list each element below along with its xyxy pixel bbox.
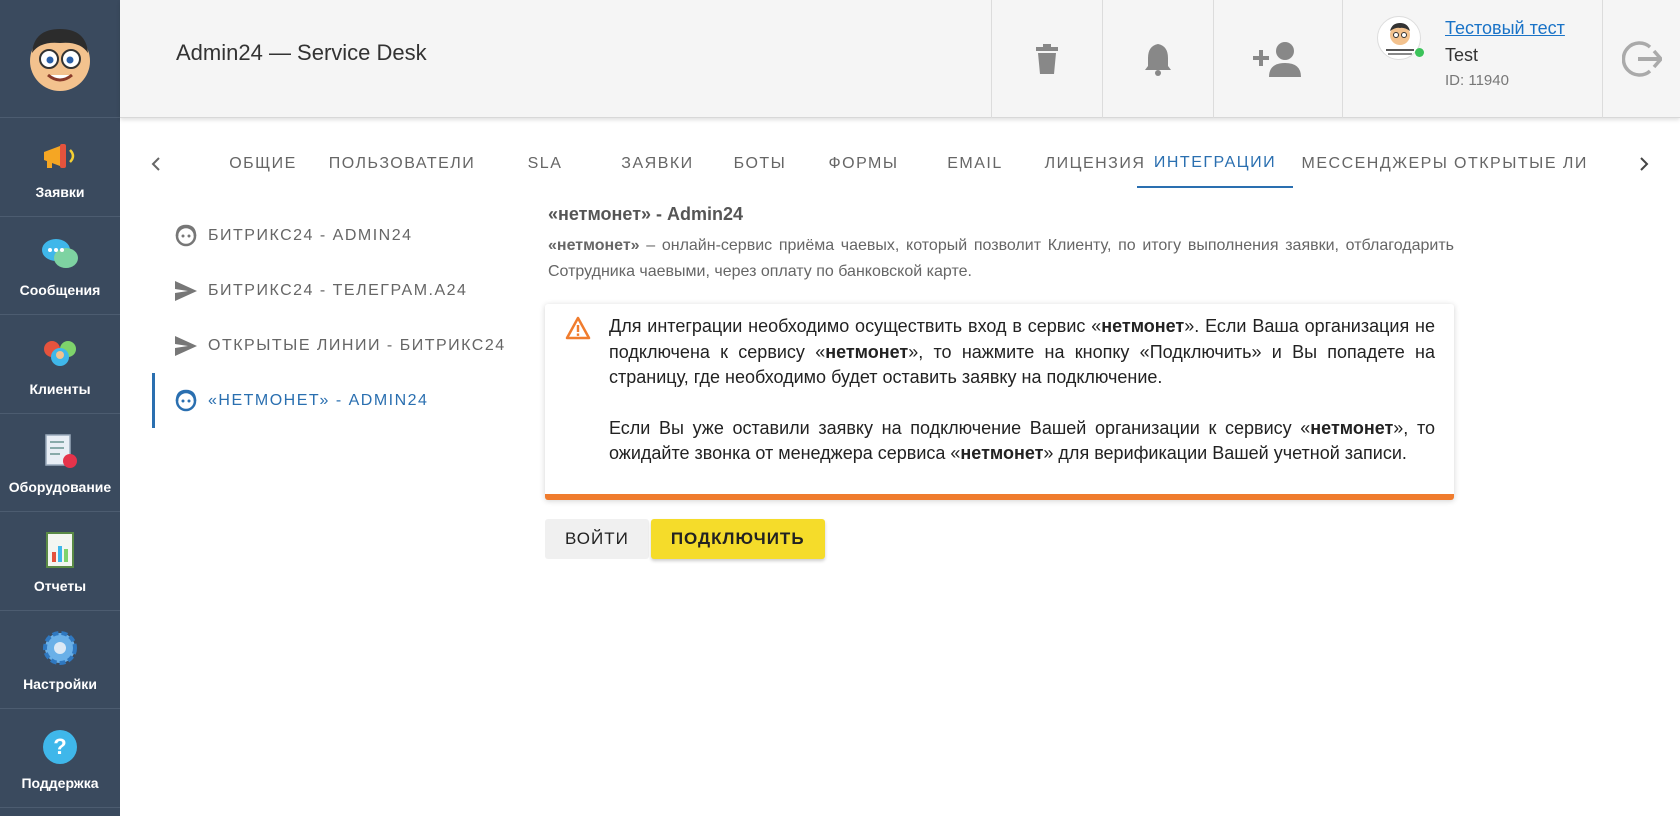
sidebar-item-requests[interactable]: Заявки	[0, 118, 120, 217]
integration-item-open-lines[interactable]: Открытые линии - Битрикс24	[152, 318, 512, 373]
tabs-scroll-left-button[interactable]	[144, 140, 168, 188]
integration-item-label: Битрикс24 - Телеграм.А24	[208, 281, 468, 299]
send-icon	[172, 280, 200, 302]
sidebar-item-label: Сообщения	[19, 282, 101, 299]
reports-icon	[38, 528, 82, 572]
sidebar-item-label: Настройки	[23, 676, 97, 693]
integration-description: «нетмонет» – онлайн-сервис приёма чаевых…	[548, 233, 1454, 285]
equipment-icon	[38, 429, 82, 473]
app-logo[interactable]	[0, 0, 120, 118]
sidebar-item-label: Отчеты	[33, 577, 87, 594]
chat-bubbles-icon	[38, 232, 82, 276]
clients-icon	[38, 331, 82, 375]
megaphone-icon	[38, 134, 82, 178]
logout-button[interactable]	[1602, 0, 1680, 118]
connect-button[interactable]: ПОДКЛЮЧИТЬ	[650, 519, 825, 559]
alert-text-part: » для верификации Вашей учетной записи.	[1043, 443, 1407, 463]
sidebar-item-label: Оборудование	[8, 479, 112, 496]
page-title: Admin24 — Service Desk	[176, 40, 427, 65]
sidebar-item-label: Заявки	[35, 183, 85, 200]
integration-item-label: «нетмонет» - Admin24	[208, 391, 429, 409]
svg-text:?: ?	[53, 734, 66, 759]
sidebar-item-label: Клиенты	[29, 380, 91, 397]
brand-name: «нетмонет»	[548, 237, 640, 254]
tab-open-lines[interactable]: Открытые ли	[1440, 140, 1612, 188]
alert-text-part: Для интеграции необходимо осуществить вх…	[609, 316, 1102, 336]
brand-name: нетмонет	[825, 341, 909, 362]
support-agent-icon	[172, 224, 200, 248]
user-profile: Тестовый тест Test ID: 11940	[1342, 0, 1602, 118]
integration-list: Битрикс24 - Admin24 Битрикс24 - Телеграм…	[152, 208, 512, 428]
integration-title: «нетмонет» - Admin24	[548, 204, 744, 224]
warning-alert: Для интеграции необходимо осуществить вх…	[545, 304, 1454, 500]
tab-general[interactable]: Общие	[202, 140, 324, 188]
tabs-scroll-right-button[interactable]	[1632, 140, 1656, 188]
integration-item-label: Битрикс24 - Admin24	[208, 226, 413, 244]
brand-name: нетмонет	[960, 443, 1044, 463]
integration-item-bitrix24-admin24[interactable]: Битрикс24 - Admin24	[152, 208, 512, 263]
integration-item-netmonet[interactable]: «нетмонет» - Admin24	[152, 373, 512, 428]
logout-icon	[1621, 41, 1662, 77]
user-login: Test	[1445, 45, 1479, 65]
gear-icon	[38, 626, 82, 670]
sidebar: Заявки Сообщения Клиенты Оборудование От…	[0, 0, 120, 816]
integration-item-bitrix24-telegram[interactable]: Битрикс24 - Телеграм.А24	[152, 263, 512, 318]
send-icon	[172, 335, 200, 357]
support-agent-icon	[172, 389, 200, 413]
tab-integrations[interactable]: Интеграции	[1137, 140, 1293, 188]
user-id: ID: 11940	[1445, 72, 1509, 89]
alert-paragraph-2: Если Вы уже оставили заявку на подключен…	[609, 416, 1435, 467]
tab-messengers[interactable]: Мессенджеры	[1300, 140, 1450, 188]
brand-name: нетмонет	[1101, 316, 1185, 336]
online-status-indicator	[1415, 48, 1424, 57]
sidebar-item-equipment[interactable]: Оборудование	[0, 414, 120, 512]
add-user-icon	[1253, 42, 1301, 77]
alert-paragraph-1: Для интеграции необходимо осуществить вх…	[609, 314, 1435, 391]
bell-icon	[1145, 44, 1171, 76]
user-name-link[interactable]: Тестовый тест	[1445, 18, 1565, 39]
alert-text-part: Если Вы уже оставили заявку на подключен…	[609, 417, 1311, 438]
chevron-left-icon	[151, 157, 160, 171]
settings-tabs: Общие Пользователи SLA Заявки Боты Формы…	[140, 140, 1660, 188]
sidebar-item-clients[interactable]: Клиенты	[0, 315, 120, 414]
chevron-right-icon	[1640, 157, 1649, 171]
integration-details: «нетмонет» - Admin24 «нетмонет» – онлайн…	[548, 204, 1454, 285]
sidebar-item-settings[interactable]: Настройки	[0, 611, 120, 709]
integration-item-label: Открытые линии - Битрикс24	[208, 336, 506, 354]
description-text: – онлайн-сервис приёма чаевых, который п…	[548, 237, 1454, 280]
warning-triangle-icon	[565, 316, 591, 345]
alert-text: Для интеграции необходимо осуществить вх…	[609, 314, 1435, 467]
sidebar-item-messages[interactable]: Сообщения	[0, 217, 120, 315]
help-icon: ?	[38, 725, 82, 769]
add-user-button[interactable]	[1213, 0, 1342, 118]
sidebar-item-label: Поддержка	[21, 774, 99, 791]
notifications-button[interactable]	[1102, 0, 1213, 118]
tab-users[interactable]: Пользователи	[310, 140, 494, 188]
top-header: Admin24 — Service Desk Тестовый тест Tes…	[120, 0, 1680, 118]
sidebar-item-reports[interactable]: Отчеты	[0, 512, 120, 611]
sidebar-item-support[interactable]: ? Поддержка	[0, 709, 120, 808]
action-buttons: ВОЙТИ ПОДКЛЮЧИТЬ	[545, 519, 825, 559]
login-button[interactable]: ВОЙТИ	[545, 519, 649, 559]
brand-name: нетмонет	[1310, 417, 1394, 438]
trash-button[interactable]	[991, 0, 1102, 118]
cartoon-face-logo-icon	[30, 28, 90, 91]
trash-icon	[1036, 44, 1058, 74]
